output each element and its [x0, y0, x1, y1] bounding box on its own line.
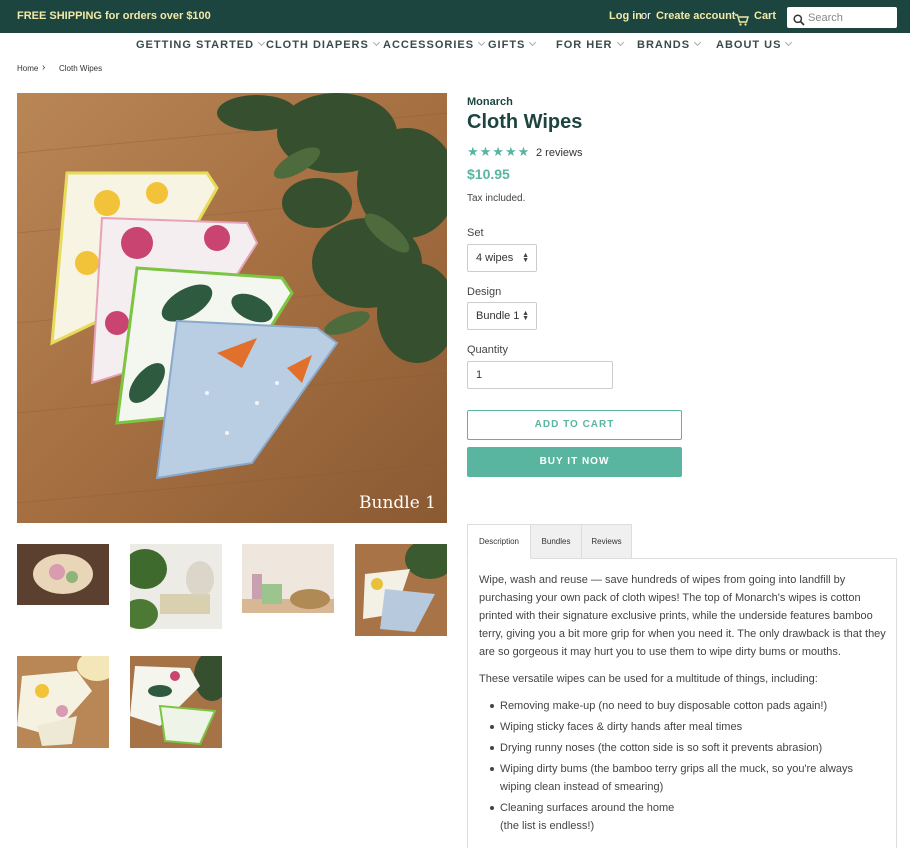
announcement-bar: FREE SHIPPING for orders over $100 Log i…	[0, 0, 910, 33]
chevron-down-icon	[785, 38, 793, 47]
list-item: Wiping sticky faces & dirty hands after …	[490, 718, 886, 736]
description-panel: Wipe, wash and reuse — save hundreds of …	[467, 558, 897, 848]
nav-accessories[interactable]: ACCESSORIES	[383, 38, 486, 53]
set-select-value: 4 wipes	[476, 252, 514, 264]
nav-about-us[interactable]: ABOUT US	[716, 38, 793, 53]
review-count-link[interactable]: 2 reviews	[536, 147, 582, 159]
product-main-image[interactable]: Bundle 1	[17, 93, 447, 523]
chevron-down-icon	[529, 38, 537, 47]
breadcrumb-separator: ›	[42, 62, 46, 73]
list-note: (the list is endless!)	[500, 820, 595, 832]
thumbnail-3[interactable]	[242, 544, 334, 613]
tab-reviews[interactable]: Reviews	[581, 524, 632, 559]
nav-brands[interactable]: BRANDS	[637, 38, 702, 53]
select-arrows-icon: ▲ ▼	[522, 252, 529, 264]
set-select[interactable]: 4 wipes ▲ ▼	[467, 244, 537, 272]
nav-gifts[interactable]: GIFTS	[488, 38, 537, 53]
cart-link[interactable]: Cart	[754, 10, 776, 22]
hero-caption: Bundle 1	[359, 493, 436, 513]
quantity-input[interactable]	[467, 361, 613, 389]
nav-for-her[interactable]: FOR HER	[556, 38, 624, 53]
list-item: Drying runny noses (the cotton side is s…	[490, 739, 886, 757]
product-price: $10.95	[467, 166, 510, 182]
search-input[interactable]	[808, 9, 893, 26]
thumbnail-5[interactable]	[17, 656, 109, 748]
thumbnail-1[interactable]	[17, 544, 109, 605]
design-select[interactable]: Bundle 1 ▲ ▼	[467, 302, 537, 330]
tab-bundles[interactable]: Bundles	[530, 524, 582, 559]
uses-list: Removing make-up (no need to buy disposa…	[490, 697, 886, 817]
login-link[interactable]: Log in	[609, 10, 642, 22]
create-account-link[interactable]: Create account	[656, 10, 735, 22]
description-paragraph: Wipe, wash and reuse — save hundreds of …	[479, 574, 886, 658]
list-item: Wiping dirty bums (the bamboo terry grip…	[490, 760, 886, 796]
list-item: Cleaning surfaces around the home	[490, 799, 886, 817]
tax-note: Tax included.	[467, 193, 526, 204]
nav-getting-started[interactable]: GETTING STARTED	[136, 38, 266, 53]
select-arrows-icon: ▲ ▼	[522, 310, 529, 322]
search-icon[interactable]	[793, 11, 805, 30]
breadcrumb-home[interactable]: Home	[17, 64, 38, 73]
thumbnail-4[interactable]	[355, 544, 447, 636]
breadcrumb-current: Cloth Wipes	[59, 64, 103, 73]
nav-cloth-diapers[interactable]: CLOTH DIAPERS	[266, 38, 380, 53]
chevron-down-icon	[372, 38, 380, 47]
free-shipping-message: FREE SHIPPING for orders over $100	[17, 10, 211, 22]
design-label: Design	[467, 286, 502, 298]
description-intro: These versatile wipes can be used for a …	[479, 673, 818, 685]
chevron-down-icon	[694, 38, 702, 47]
or-text: or	[641, 10, 651, 22]
tab-description[interactable]: Description	[467, 524, 531, 559]
star-rating[interactable]: ★★★★★	[467, 145, 530, 160]
chevron-down-icon	[478, 38, 486, 47]
cart-icon[interactable]	[735, 11, 749, 30]
buy-it-now-button[interactable]: BUY IT NOW	[467, 447, 682, 477]
list-item: Removing make-up (no need to buy disposa…	[490, 697, 886, 715]
chevron-down-icon	[616, 38, 624, 47]
thumbnail-6[interactable]	[130, 656, 222, 748]
add-to-cart-button[interactable]: ADD TO CART	[467, 410, 682, 440]
chevron-down-icon	[258, 38, 266, 47]
design-select-value: Bundle 1	[476, 310, 520, 322]
search-box[interactable]	[787, 7, 897, 28]
set-label: Set	[467, 227, 484, 239]
quantity-label: Quantity	[467, 344, 508, 356]
product-vendor[interactable]: Monarch	[467, 96, 513, 108]
product-title: Cloth Wipes	[467, 111, 583, 133]
thumbnail-2[interactable]	[130, 544, 222, 629]
